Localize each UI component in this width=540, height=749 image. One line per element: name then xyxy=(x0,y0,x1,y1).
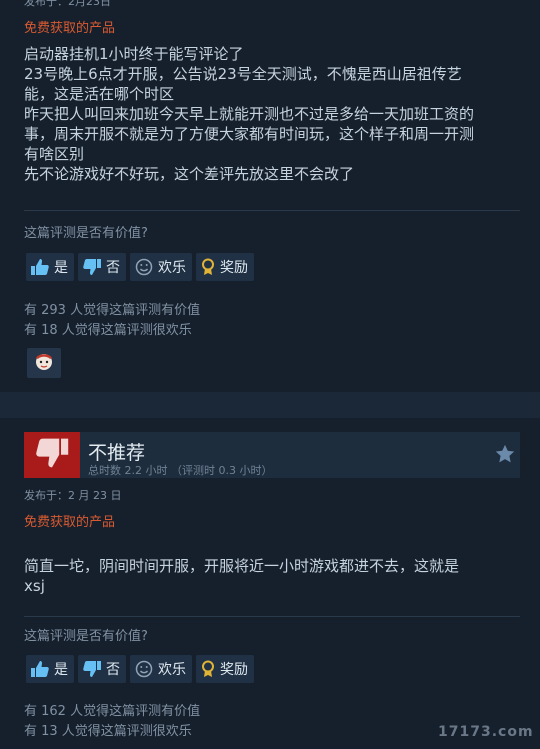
vote-no-label: 否 xyxy=(106,662,120,678)
funny-count: 有 18 人觉得这篇评测很欢乐 xyxy=(24,323,192,338)
product-note: 免费获取的产品 xyxy=(24,515,116,530)
vote-buttons: 是 否 欢乐 奖励 xyxy=(26,253,254,281)
review-card-2: 不推荐 总时数 2.2 小时 （评测时 0.3 小时） 发布于：2 月 23 日… xyxy=(0,418,540,749)
divider xyxy=(24,616,520,617)
vote-no-button[interactable]: 否 xyxy=(78,655,126,683)
review-line: 有啥区别 xyxy=(24,145,85,163)
received-award-badge[interactable] xyxy=(27,348,61,378)
review-line: 能，这是活在哪个时区 xyxy=(24,85,175,103)
vote-funny-button[interactable]: 欢乐 xyxy=(130,253,192,281)
smiley-icon xyxy=(134,660,154,678)
review-line: 23号晚上6点才开服，公告说23号全天测试，不愧是西山居祖传艺 xyxy=(24,65,462,83)
award-ribbon-icon xyxy=(200,258,216,276)
review-header: 不推荐 总时数 2.2 小时 （评测时 0.3 小时） xyxy=(24,432,520,478)
vote-yes-button[interactable]: 是 xyxy=(26,655,74,683)
helpful-count: 有 293 人觉得这篇评测有价值 xyxy=(24,303,201,318)
award-button[interactable]: 奖励 xyxy=(196,253,254,281)
product-note: 免费获取的产品 xyxy=(24,21,116,36)
award-ribbon-icon xyxy=(200,660,216,678)
vote-no-button[interactable]: 否 xyxy=(78,253,126,281)
watermark: 17173.com xyxy=(438,724,534,740)
vote-yes-button[interactable]: 是 xyxy=(26,253,74,281)
review-line: 简直一坨，阴间时间开服，开服将近一小时游戏都进不去，这就是 xyxy=(24,557,460,575)
funny-count: 有 13 人觉得这篇评测很欢乐 xyxy=(24,724,192,739)
helpful-count: 有 162 人觉得这篇评测有价值 xyxy=(24,704,201,719)
thumbs-down-icon xyxy=(82,258,102,276)
vote-funny-button[interactable]: 欢乐 xyxy=(130,655,192,683)
award-label: 奖励 xyxy=(220,260,248,276)
thumbs-up-icon xyxy=(30,258,50,276)
review-separator xyxy=(0,392,540,418)
review-line: 事，周末开服不就是为了方便大家都有时间玩，这个样子和周一开测 xyxy=(24,125,475,143)
posted-date: 发布于：2月23日 xyxy=(24,0,111,8)
review-body: 简直一坨，阴间时间开服，开服将近一小时游戏都进不去，这就是 xsj xyxy=(24,556,529,596)
helpful-question: 这篇评测是否有价值? xyxy=(24,629,148,644)
vote-funny-label: 欢乐 xyxy=(158,662,186,678)
vote-funny-label: 欢乐 xyxy=(158,260,186,276)
divider xyxy=(24,210,520,211)
posted-date: 发布于：2 月 23 日 xyxy=(24,489,122,502)
thumbs-down-icon xyxy=(82,660,102,678)
helpful-question: 这篇评测是否有价值? xyxy=(24,226,148,241)
smiley-icon xyxy=(134,258,154,276)
thumbs-down-icon xyxy=(34,436,70,474)
review-line: 启动器挂机1小时终于能写评论了 xyxy=(24,45,244,63)
vote-no-label: 否 xyxy=(106,260,120,276)
review-line: 昨天把人叫回来加班今天早上就能开测也不过是多给一天加班工资的 xyxy=(24,105,475,123)
emoji-award-icon xyxy=(33,350,55,376)
review-line: 先不论游戏好不好玩，这个差评先放这里不会改了 xyxy=(24,165,355,183)
vote-yes-label: 是 xyxy=(54,662,68,678)
thumbs-up-icon xyxy=(30,660,50,678)
vote-buttons: 是 否 欢乐 奖励 xyxy=(26,655,254,683)
review-line: xsj xyxy=(24,577,45,595)
award-button[interactable]: 奖励 xyxy=(196,655,254,683)
award-label: 奖励 xyxy=(220,662,248,678)
star-icon[interactable] xyxy=(494,443,516,469)
review-body: 启动器挂机1小时终于能写评论了 23号晚上6点才开服，公告说23号全天测试，不愧… xyxy=(24,44,529,184)
review-verdict: 不推荐 xyxy=(88,442,146,464)
playtime-hours: 总时数 2.2 小时 （评测时 0.3 小时） xyxy=(88,464,273,477)
vote-yes-label: 是 xyxy=(54,260,68,276)
not-recommended-badge xyxy=(24,432,80,478)
review-card-1: 发布于：2月23日 免费获取的产品 启动器挂机1小时终于能写评论了 23号晚上6… xyxy=(0,0,540,392)
